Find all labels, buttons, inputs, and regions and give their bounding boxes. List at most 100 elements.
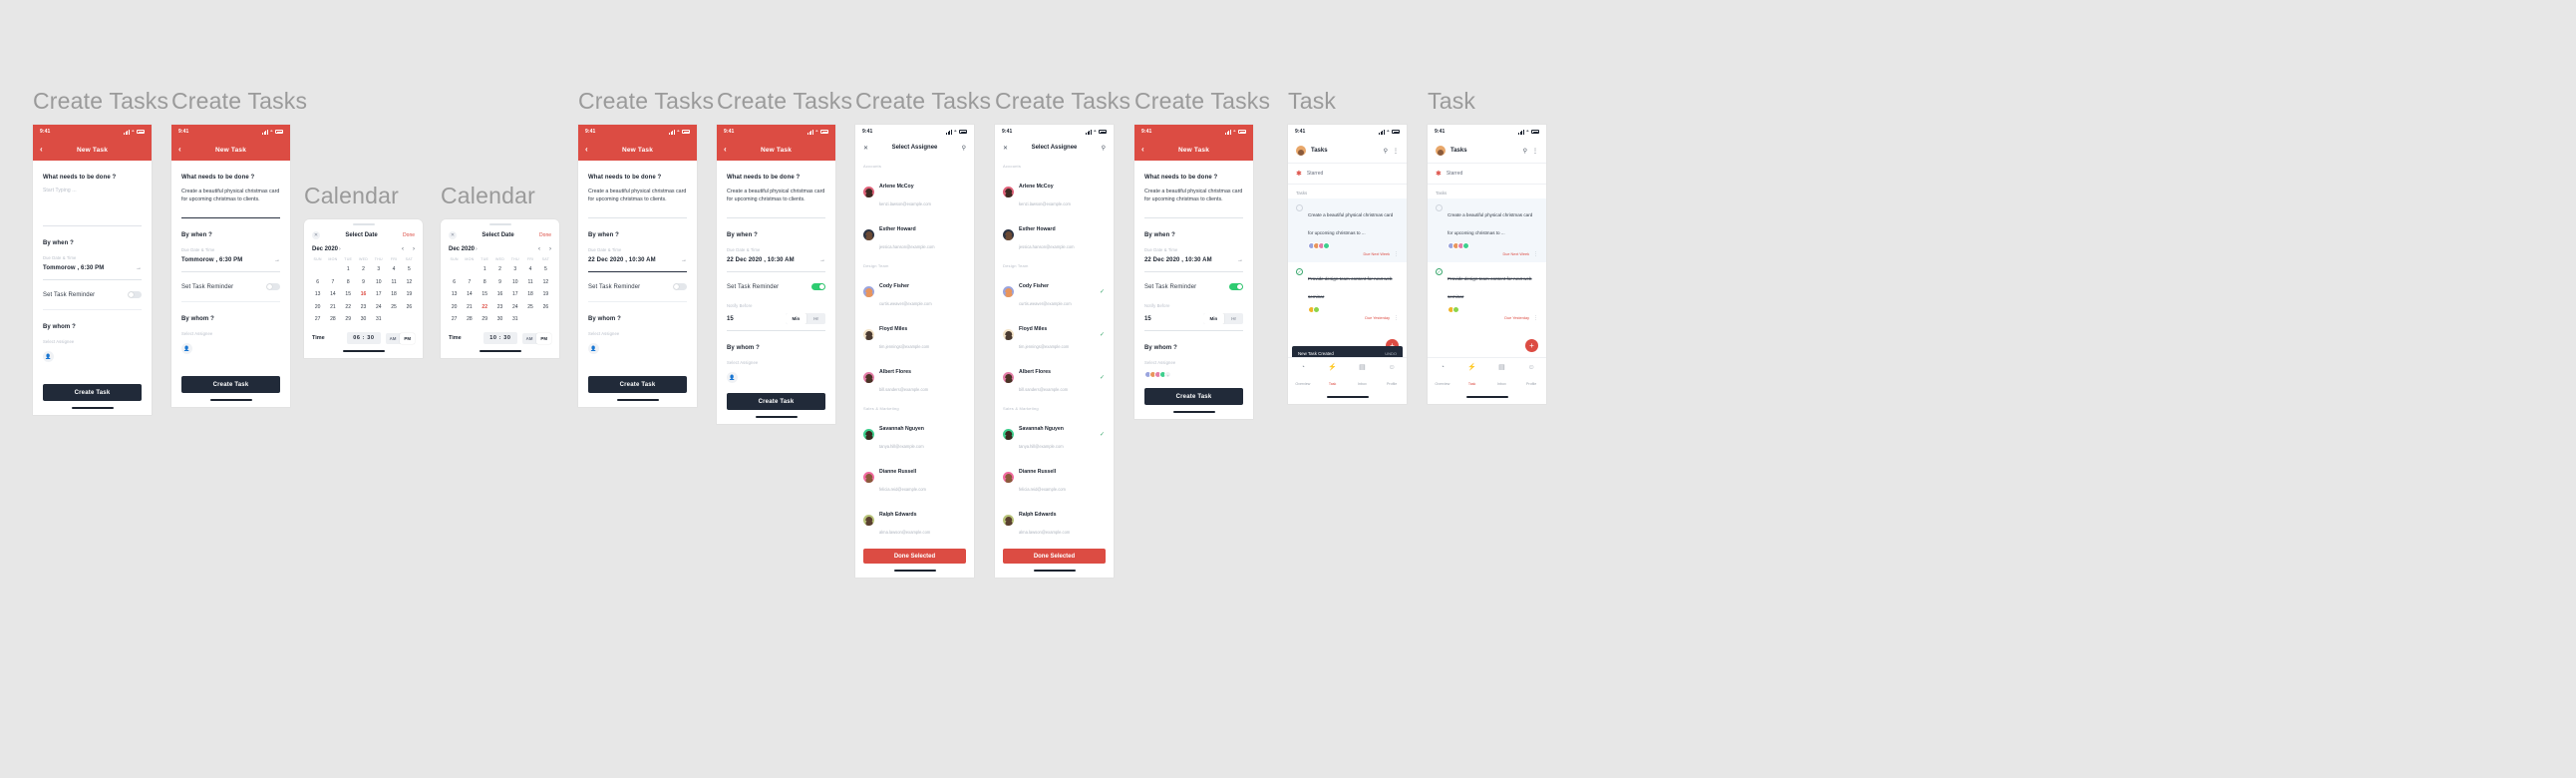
search-icon[interactable]: ⚲ [1523, 148, 1527, 155]
unit-min[interactable]: Min [785, 313, 807, 324]
create-task-button[interactable]: Create Task [43, 384, 142, 401]
task-row[interactable]: ✓ Provide design team content for next we… [1288, 262, 1407, 326]
chevron-left-icon[interactable]: ‹ [178, 146, 181, 154]
calendar-day[interactable]: 15 [478, 290, 492, 299]
create-task-button[interactable]: Create Task [1144, 388, 1243, 405]
more-vertical-icon[interactable]: ⋮ [1532, 148, 1538, 155]
reminder-row[interactable]: Set Task Reminder [43, 280, 142, 309]
calendar-day[interactable]: 8 [341, 278, 356, 287]
add-person-icon[interactable]: 👤 [181, 343, 192, 354]
reminder-toggle[interactable] [128, 291, 142, 298]
unit-hr[interactable]: Hr [806, 313, 825, 324]
pm-option[interactable]: PM [400, 332, 415, 344]
calendar-day[interactable]: 13 [310, 290, 325, 299]
done-selected-button[interactable]: Done Selected [1003, 549, 1106, 564]
calendar-day[interactable]: 30 [356, 315, 371, 324]
chevron-left-icon[interactable]: ‹ [40, 146, 43, 154]
calendar-day[interactable]: 10 [371, 278, 386, 287]
calendar-day[interactable]: 24 [371, 303, 386, 312]
calendar-day[interactable]: 1 [341, 265, 356, 274]
assignee-row[interactable]: Ralph Edwards alma.lawson@example.com [855, 499, 974, 542]
calendar-day[interactable]: 17 [371, 290, 386, 299]
task-checkbox[interactable] [1436, 204, 1443, 211]
create-task-button[interactable]: Create Task [727, 393, 825, 410]
calendar-day[interactable]: 29 [341, 315, 356, 324]
reminder-toggle[interactable] [266, 283, 280, 290]
calendar-day[interactable]: 20 [447, 303, 462, 312]
calendar-day[interactable]: 8 [478, 278, 492, 287]
calendar-day[interactable]: 18 [386, 290, 401, 299]
calendar-day[interactable]: 3 [371, 265, 386, 274]
calendar-day[interactable]: 16 [492, 290, 507, 299]
avatar[interactable] [1296, 146, 1306, 156]
chevron-left-icon[interactable]: ‹ [1141, 146, 1144, 154]
unit-hr[interactable]: Hr [1224, 313, 1243, 324]
calendar-day[interactable]: 10 [507, 278, 522, 287]
assignee-row[interactable]: Savannah Nguyen tanya.hill@example.com ✓ [995, 413, 1114, 456]
assignee-row[interactable]: Savannah Nguyen tanya.hill@example.com [855, 413, 974, 456]
calendar-day-selected[interactable]: 16 [356, 290, 371, 299]
calendar-day[interactable]: 23 [356, 303, 371, 312]
calendar-day[interactable]: 26 [538, 303, 553, 312]
notify-unit-toggle[interactable]: Min Hr [1202, 313, 1243, 324]
task-input[interactable]: Create a beautiful physical christmas ca… [181, 188, 280, 203]
calendar-day[interactable]: 31 [507, 315, 522, 324]
calendar-day[interactable]: 28 [462, 315, 477, 324]
calendar-day[interactable]: 29 [478, 315, 492, 324]
calendar-day[interactable]: 7 [325, 278, 340, 287]
task-checkbox[interactable]: ✓ [1436, 268, 1443, 275]
search-icon[interactable]: ⚲ [1102, 145, 1106, 152]
tab-profile[interactable]: ☺ Profile [1377, 363, 1407, 390]
avatar[interactable] [1436, 146, 1446, 156]
calendar-day[interactable]: 20 [310, 303, 325, 312]
create-task-button[interactable]: Create Task [588, 376, 687, 393]
unit-min[interactable]: Min [1202, 313, 1225, 324]
calendar-day[interactable]: 4 [522, 265, 537, 274]
calendar-day[interactable]: 13 [447, 290, 462, 299]
time-input[interactable]: 10 : 30 [483, 332, 517, 345]
create-task-button[interactable]: Create Task [181, 376, 280, 393]
close-icon[interactable]: ✕ [449, 230, 457, 239]
chevron-left-icon[interactable]: ‹ [402, 246, 404, 252]
calendar-day[interactable]: 7 [462, 278, 477, 287]
reminder-row[interactable]: Set Task Reminder [1144, 272, 1243, 301]
reminder-toggle[interactable] [1229, 283, 1243, 290]
calendar-day[interactable]: 5 [402, 265, 417, 274]
reminder-toggle[interactable] [673, 283, 687, 290]
due-date-row[interactable]: 22 Dec 2020 , 10:30 AM → [727, 257, 825, 263]
task-input[interactable]: Create a beautiful physical christmas ca… [727, 188, 825, 203]
starred-row[interactable]: ✱ Starred [1428, 163, 1546, 185]
calendar-day[interactable]: 31 [371, 315, 386, 324]
calendar-day[interactable]: 24 [507, 303, 522, 312]
more-vertical-icon[interactable]: ⋮ [1533, 252, 1538, 257]
search-icon[interactable]: ⚲ [1384, 148, 1388, 155]
notify-value[interactable]: 15 [1144, 316, 1151, 322]
add-person-icon[interactable]: 👤 [43, 351, 54, 362]
calendar-day[interactable]: 2 [492, 265, 507, 274]
tab-profile[interactable]: ☺ Profile [1516, 363, 1546, 390]
chevron-left-icon[interactable]: ‹ [538, 246, 540, 252]
calendar-day[interactable]: 28 [325, 315, 340, 324]
task-row[interactable]: ✓ Provide design team content for next we… [1428, 262, 1546, 326]
calendar-day[interactable]: 25 [386, 303, 401, 312]
chevron-right-icon[interactable]: › [413, 246, 415, 252]
calendar-day[interactable]: 11 [522, 278, 537, 287]
chevron-left-icon[interactable]: ‹ [724, 146, 727, 154]
tab-task[interactable]: ⚡ Task [1318, 363, 1348, 390]
task-row[interactable]: Create a beautiful physical christmas ca… [1428, 198, 1546, 262]
chevron-left-icon[interactable]: ‹ [585, 146, 588, 154]
calendar-day[interactable]: 3 [507, 265, 522, 274]
calendar-day[interactable]: 2 [356, 265, 371, 274]
calendar-day[interactable]: 22 [341, 303, 356, 312]
assignee-row[interactable]: Ralph Edwards alma.lawson@example.com [995, 499, 1114, 542]
calendar-day[interactable]: 17 [507, 290, 522, 299]
task-row[interactable]: Create a beautiful physical christmas ca… [1288, 198, 1407, 262]
assignee-row[interactable]: Esther Howard jessica.hanson@example.com [995, 213, 1114, 256]
calendar-day[interactable]: 30 [492, 315, 507, 324]
chevron-right-icon[interactable]: › [549, 246, 551, 252]
assignee-row[interactable]: Albert Flores bill.sanders@example.com [855, 356, 974, 399]
reminder-row[interactable]: Set Task Reminder [588, 272, 687, 301]
task-checkbox[interactable]: ✓ [1296, 268, 1303, 275]
add-person-icon[interactable]: 👤 [727, 372, 738, 383]
task-input[interactable]: Create a beautiful physical christmas ca… [1144, 188, 1243, 203]
